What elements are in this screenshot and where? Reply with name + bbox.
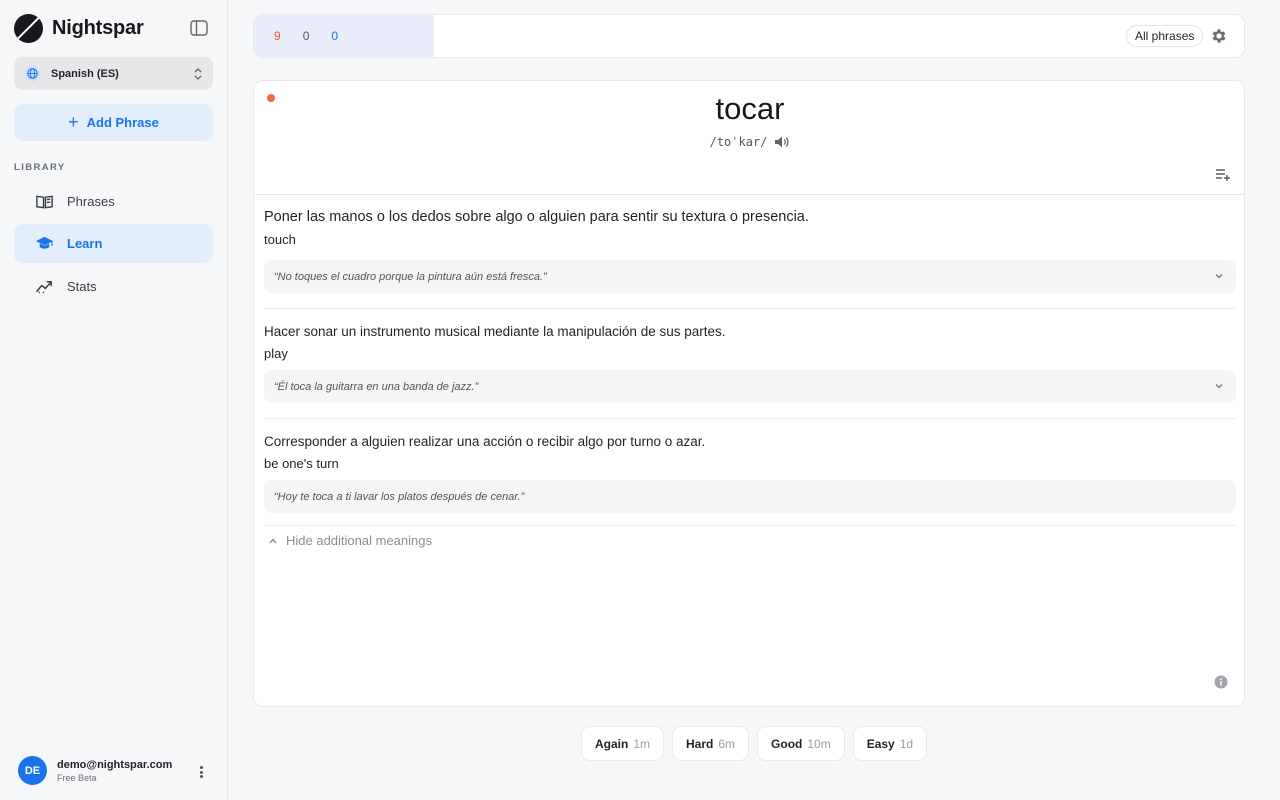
graduation-cap-icon	[35, 236, 54, 249]
add-to-list-icon[interactable]	[1215, 167, 1231, 181]
rating-interval: 1m	[633, 736, 651, 751]
add-phrase-button[interactable]: + Add Phrase	[14, 104, 213, 141]
meaning-definition: Poner las manos o los dedos sobre algo o…	[264, 209, 809, 225]
meaning-separator	[264, 418, 1236, 419]
sidebar-item-label: Learn	[67, 236, 103, 251]
meaning-separator	[264, 525, 1236, 526]
flashcard: tocar /toˈkar/ Poner las manos o los ded…	[253, 80, 1245, 707]
example-text: “Él toca la guitarra en una banda de jaz…	[274, 380, 479, 393]
phrase-word: tocar	[715, 91, 785, 126]
rating-interval: 6m	[718, 736, 736, 751]
rating-label: Hard	[686, 736, 714, 751]
avatar: DE	[18, 756, 47, 785]
nightspar-logo-icon	[14, 14, 43, 43]
sidebar-toggle-icon[interactable]	[190, 20, 208, 36]
meaning-translation: be one's turn	[264, 456, 339, 471]
meaning-translation: touch	[264, 232, 296, 247]
chevron-up-icon	[269, 537, 277, 543]
chevron-down-icon	[1215, 384, 1223, 389]
user-account[interactable]: DE demo@nightspar.com Free Beta	[18, 756, 172, 785]
chevron-up-down-icon	[194, 67, 202, 80]
example-sentence[interactable]: “Él toca la guitarra en una banda de jaz…	[264, 370, 1236, 403]
sidebar-item-label: Phrases	[67, 194, 115, 209]
sidebar: Nightspar Spanish (ES) + Add Phrase LIBR…	[0, 0, 228, 800]
rating-label: Easy	[866, 736, 895, 751]
chevron-down-icon	[1215, 274, 1223, 279]
gear-icon[interactable]	[1210, 27, 1228, 45]
sidebar-item-label: Stats	[67, 279, 97, 294]
sidebar-item-phrases[interactable]: Phrases	[14, 182, 213, 221]
card-divider	[254, 194, 1244, 195]
new-count: 9	[274, 29, 281, 43]
meaning-definition: Corresponder a alguien realizar una acci…	[264, 434, 706, 449]
language-label: Spanish (ES)	[51, 67, 119, 80]
again-button[interactable]: Again 1m	[581, 726, 665, 761]
info-icon[interactable]	[1214, 675, 1228, 689]
meaning-separator	[264, 308, 1236, 309]
rating-label: Good	[771, 736, 803, 751]
meaning-item: Poner las manos o los dedos sobre algo o…	[264, 209, 1236, 247]
globe-icon	[24, 65, 41, 82]
hide-meanings-label: Hide additional meanings	[286, 533, 432, 548]
speaker-icon[interactable]	[774, 135, 790, 149]
more-vertical-icon[interactable]	[196, 765, 206, 779]
hide-meanings-toggle[interactable]: Hide additional meanings	[268, 533, 432, 548]
library-section-label: LIBRARY	[14, 162, 66, 173]
meaning-translation: play	[264, 346, 288, 361]
app-name: Nightspar	[52, 17, 144, 39]
rating-interval: 1d	[899, 736, 914, 751]
user-plan: Free Beta	[57, 772, 97, 783]
example-sentence[interactable]: “No toques el cuadro porque la pintura a…	[264, 260, 1236, 293]
meaning-definition: Hacer sonar un instrumento musical media…	[264, 324, 726, 339]
trend-chart-icon	[36, 280, 52, 293]
study-toolbar: 9 0 0 All phrases	[253, 14, 1245, 58]
plus-icon: +	[68, 111, 79, 132]
easy-button[interactable]: Easy 1d	[852, 726, 928, 761]
sidebar-item-stats[interactable]: Stats	[14, 267, 213, 306]
add-phrase-label: Add Phrase	[86, 115, 159, 130]
user-email: demo@nightspar.com	[57, 758, 173, 771]
good-button[interactable]: Good 10m	[757, 726, 845, 761]
brand[interactable]: Nightspar	[14, 14, 144, 43]
pronunciation: /toˈkar/	[709, 135, 768, 149]
example-text: “Hoy te toca a ti lavar los platos despu…	[274, 490, 525, 503]
sidebar-item-learn[interactable]: Learn	[14, 224, 213, 263]
learning-count: 0	[302, 29, 310, 43]
meaning-item: Corresponder a alguien realizar una acci…	[264, 434, 1236, 471]
meaning-item: Hacer sonar un instrumento musical media…	[264, 324, 1236, 361]
example-sentence: “Hoy te toca a ti lavar los platos despu…	[264, 480, 1236, 513]
language-select[interactable]: Spanish (ES)	[14, 57, 213, 90]
rating-interval: 10m	[807, 736, 831, 751]
hard-button[interactable]: Hard 6m	[672, 726, 750, 761]
due-counts: 9 0 0	[254, 15, 434, 57]
rating-buttons: Again 1m Hard 6m Good 10m Easy 1d	[581, 726, 928, 761]
example-text: “No toques el cuadro porque la pintura a…	[274, 270, 547, 283]
review-count: 0	[331, 29, 339, 43]
phrase-filter-button[interactable]: All phrases	[1126, 25, 1204, 47]
rating-label: Again	[595, 736, 629, 751]
book-icon	[36, 195, 53, 209]
